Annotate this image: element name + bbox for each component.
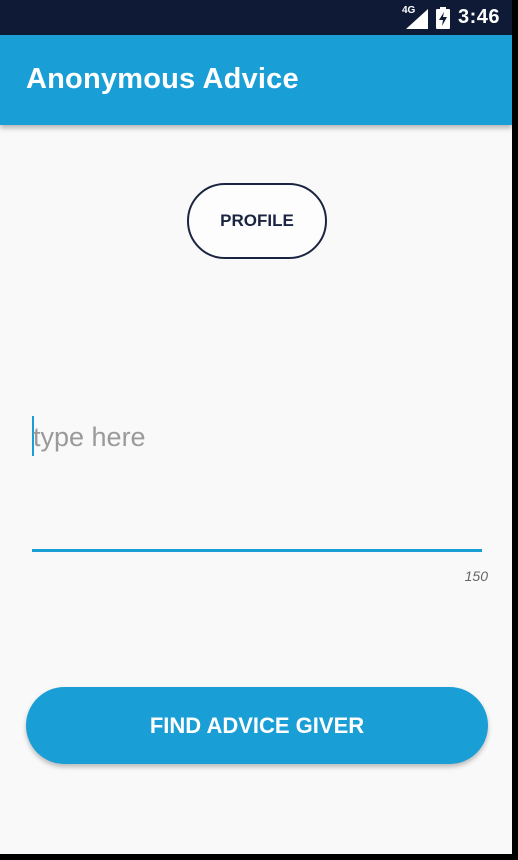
clock: 3:46 [457,6,500,28]
profile-button[interactable]: PROFILE [187,183,327,259]
find-advice-giver-button[interactable]: FIND ADVICE GIVER [26,687,488,764]
signal-icon [405,8,428,29]
battery-charging-icon [435,6,450,29]
status-icons: 4G 3:46 [402,0,500,35]
input-underline [32,549,482,552]
app-bar: Anonymous Advice [0,35,512,125]
status-bar: 4G 3:46 [0,0,512,35]
advice-text-input[interactable]: type here [32,410,482,555]
network-indicator: 4G [402,5,428,30]
app-screen: 4G 3:46 Anonymous Advice PROFILE type he… [0,0,512,854]
profile-button-label: PROFILE [220,211,294,230]
input-placeholder: type here [33,422,146,452]
character-counter: 150 [464,568,488,584]
app-title: Anonymous Advice [26,63,299,95]
find-advice-giver-label: FIND ADVICE GIVER [149,712,365,738]
